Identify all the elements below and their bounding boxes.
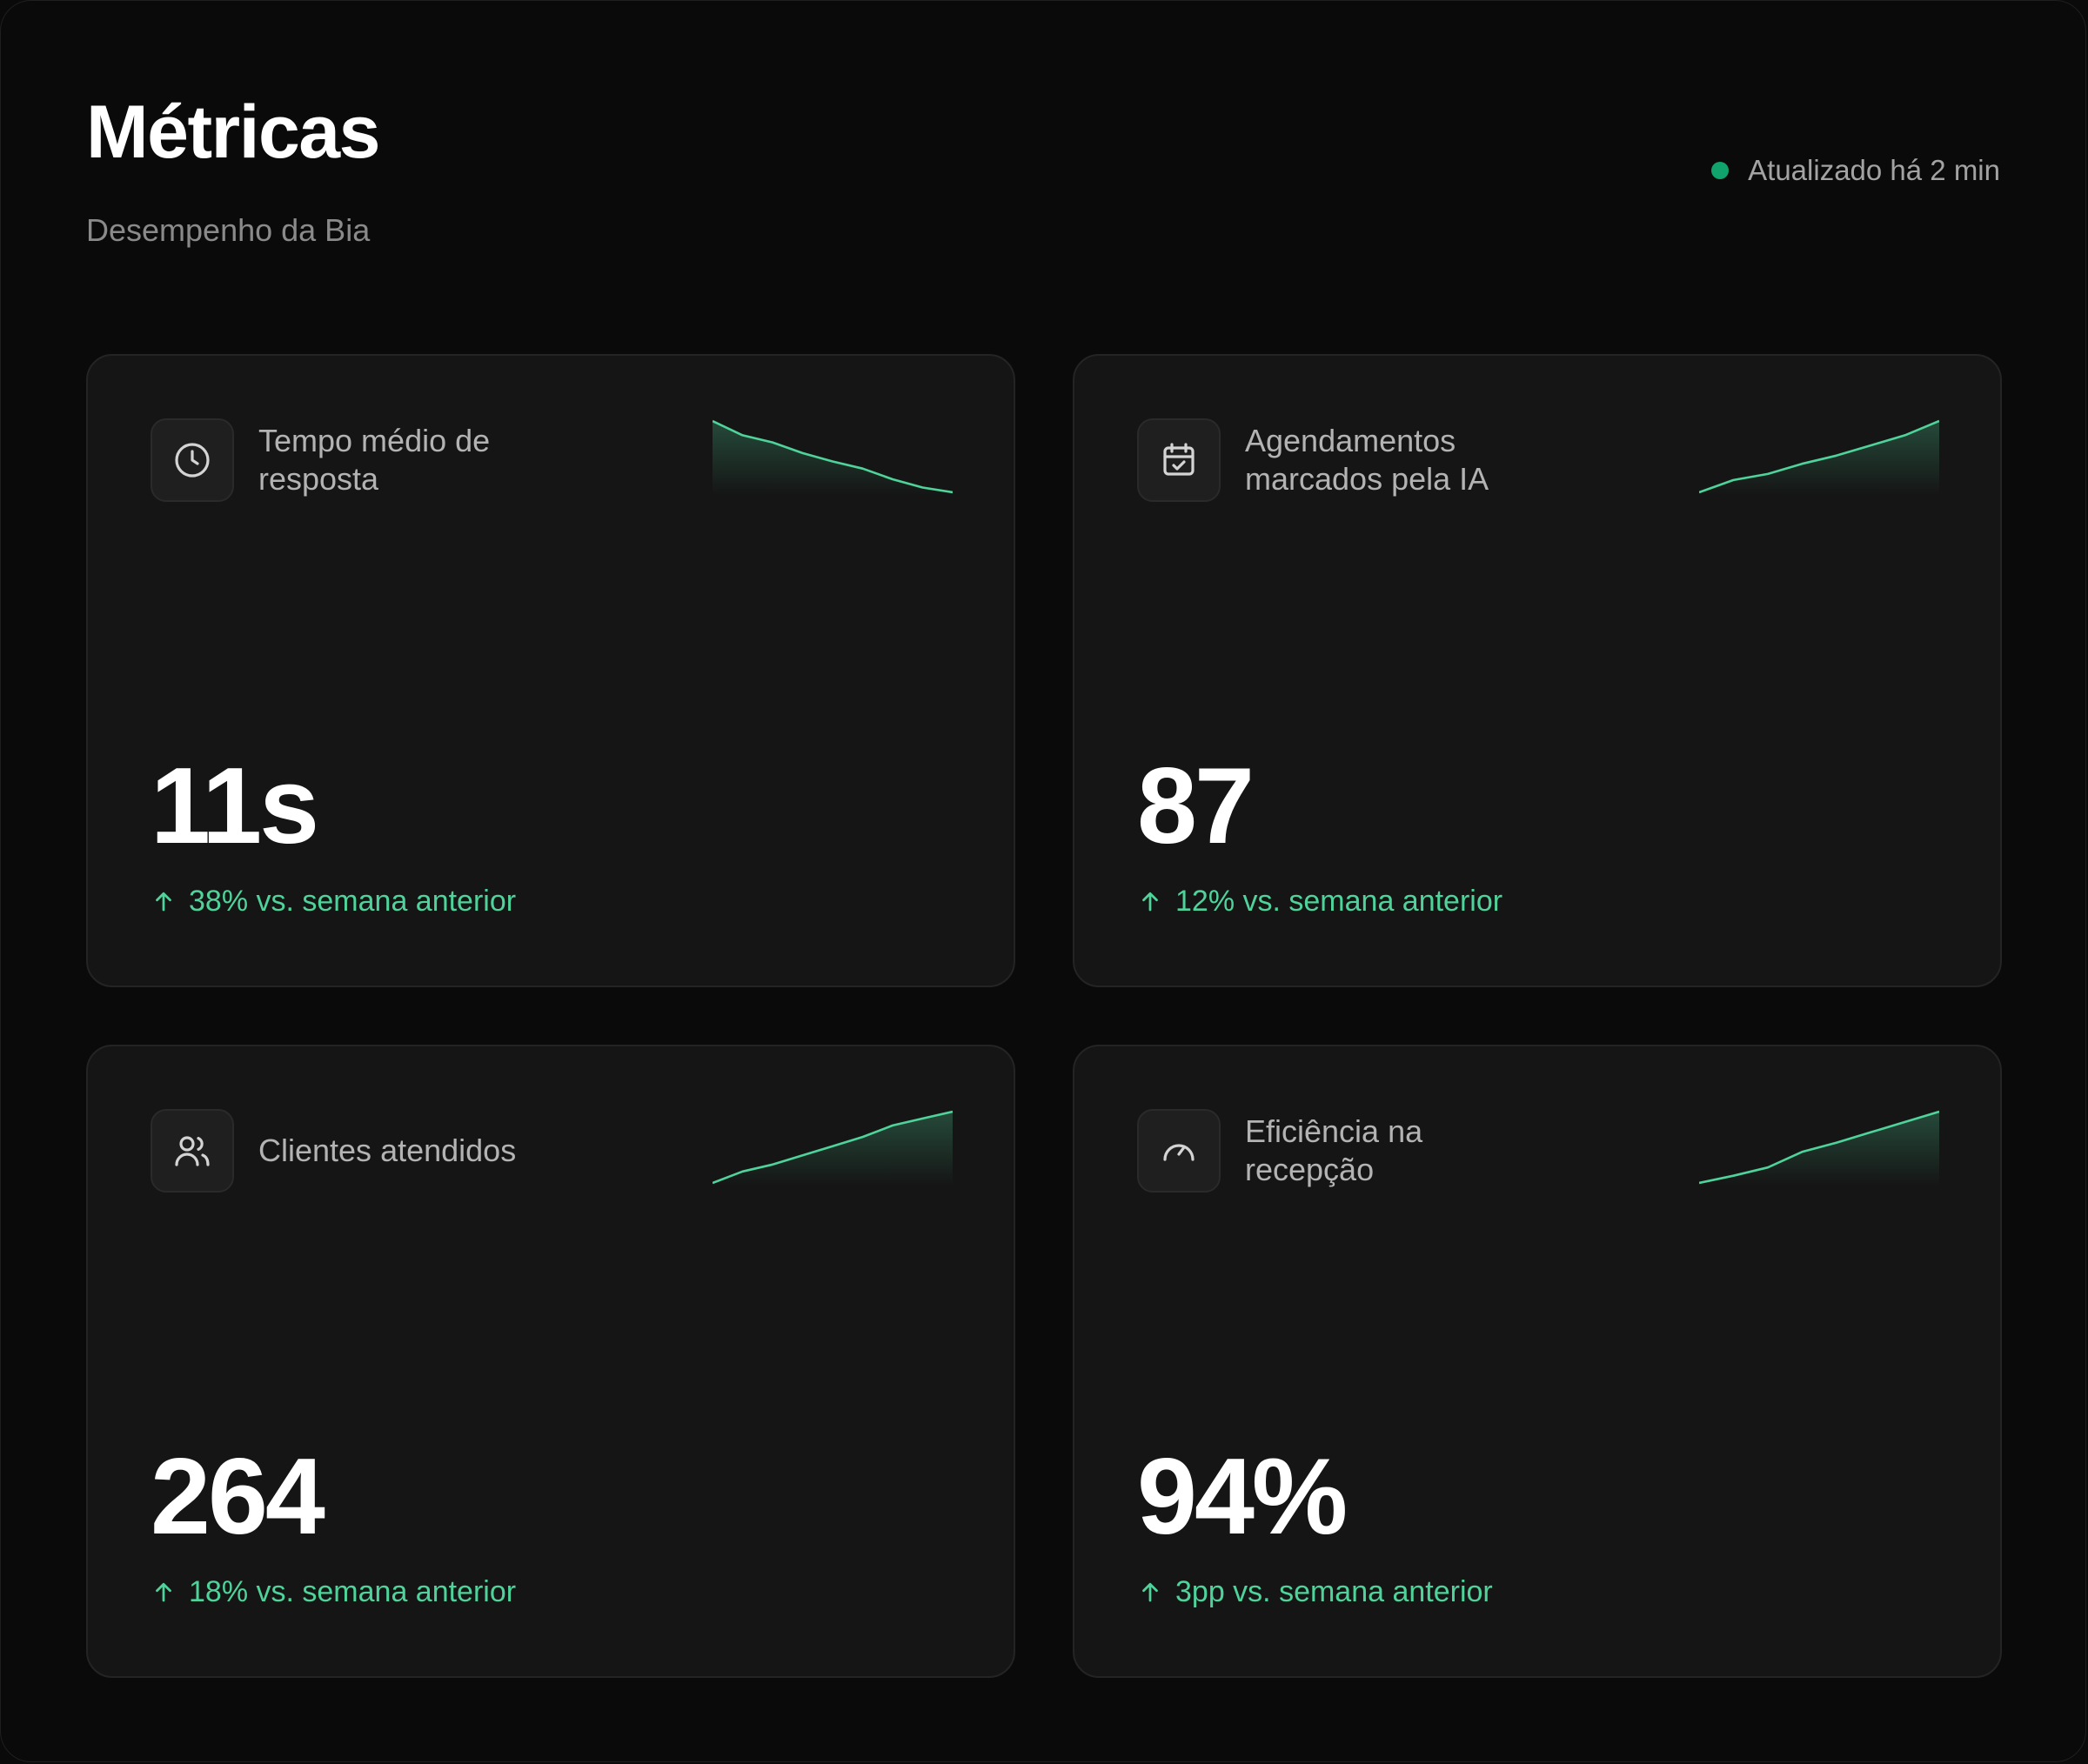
metric-card-response-time[interactable]: Tempo médio de resposta 11s 38% vs. sema…: [86, 354, 1015, 987]
sparkline-area: [713, 1112, 953, 1186]
update-status: Atualizado há 2 min: [1711, 156, 2000, 184]
sparkline-chart: [713, 419, 953, 495]
page-subtitle: Desempenho da Bia: [86, 212, 371, 248]
card-label: Tempo médio de resposta: [258, 423, 491, 497]
sparkline-area: [713, 421, 953, 495]
metric-card-clients[interactable]: Clientes atendidos 264 18% vs. semana an…: [86, 1045, 1015, 1678]
card-delta-text: 3pp vs. semana anterior: [1175, 1575, 1493, 1608]
card-value: 264: [151, 1437, 325, 1557]
card-delta: 3pp vs. semana anterior: [1137, 1577, 1493, 1607]
arrow-up-icon: [156, 892, 171, 912]
status-text: Atualizado há 2 min: [1748, 154, 2000, 186]
arrow-up-icon: [156, 1582, 171, 1602]
calendar-check-icon: [1137, 418, 1221, 502]
card-value: 87: [1137, 746, 1255, 866]
card-delta: 12% vs. semana anterior: [1137, 886, 1502, 916]
status-dot-icon: [1711, 161, 1730, 179]
sparkline-chart: [713, 1110, 953, 1186]
card-delta-text: 12% vs. semana anterior: [1175, 885, 1503, 918]
dashboard-frame: Métricas Desempenho da Bia Atualizado há…: [0, 0, 2086, 1762]
metric-card-efficiency[interactable]: Eficiência na recepção 94% 3pp vs. seman…: [1073, 1045, 2002, 1678]
card-label: Clientes atendidos: [258, 1133, 517, 1168]
sparkline-chart: [1699, 1110, 1939, 1186]
arrow-up-icon: [1142, 892, 1158, 912]
clock-icon: [151, 418, 234, 502]
gauge-icon: [1137, 1109, 1221, 1193]
card-label: Eficiência na recepção: [1245, 1113, 1423, 1187]
arrow-up-icon: [1142, 1582, 1158, 1602]
card-delta-text: 18% vs. semana anterior: [189, 1575, 517, 1608]
sparkline-chart: [1699, 419, 1939, 495]
page-title: Métricas: [86, 90, 380, 174]
card-delta-text: 38% vs. semana anterior: [189, 885, 517, 918]
card-value: 94%: [1137, 1437, 1348, 1557]
sparkline-area: [1699, 421, 1939, 495]
users-icon: [151, 1109, 234, 1193]
card-delta: 38% vs. semana anterior: [151, 886, 516, 916]
metric-card-appointments[interactable]: Agendamentos marcados pela IA 87 12% vs.…: [1073, 354, 2002, 987]
card-label: Agendamentos marcados pela IA: [1245, 423, 1489, 497]
card-delta: 18% vs. semana anterior: [151, 1577, 516, 1607]
card-value: 11s: [151, 746, 319, 866]
